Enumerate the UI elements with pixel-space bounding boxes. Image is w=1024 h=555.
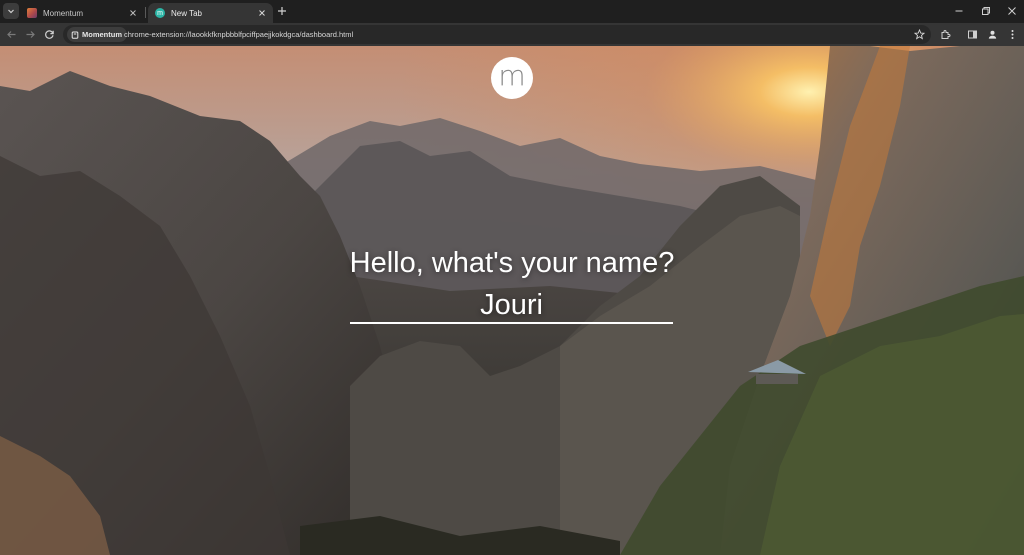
tab-new-tab[interactable]: m New Tab xyxy=(148,3,273,23)
tab-title: New Tab xyxy=(171,8,202,18)
close-icon[interactable] xyxy=(128,8,138,18)
new-tab-button[interactable] xyxy=(276,5,288,17)
restore-icon xyxy=(982,7,990,15)
minimize-icon xyxy=(955,10,963,12)
extensions-button[interactable] xyxy=(939,28,952,41)
profile-button[interactable] xyxy=(986,28,999,41)
close-icon[interactable] xyxy=(257,8,267,18)
extension-chip[interactable]: Momentum xyxy=(67,27,127,42)
bookmark-star-icon[interactable] xyxy=(913,28,925,40)
url-text: chrome-extension://laookkfknpbbblfpciffp… xyxy=(124,30,354,39)
extension-chip-label: Momentum xyxy=(82,30,122,39)
back-icon xyxy=(7,31,16,38)
tab-search-button[interactable] xyxy=(3,3,19,19)
menu-button[interactable] xyxy=(1006,28,1019,41)
momentum-dashboard: m Hello, what's your name? xyxy=(0,46,1024,555)
minimize-button[interactable] xyxy=(952,4,966,18)
reload-icon xyxy=(45,30,54,39)
momentum-logo: m xyxy=(491,57,533,99)
plus-icon xyxy=(278,7,286,15)
tab-strip: Momentum m New Tab xyxy=(0,0,1024,23)
maximize-button[interactable] xyxy=(979,4,993,18)
profile-icon xyxy=(988,30,997,39)
forward-icon xyxy=(26,31,35,38)
tab-title: Momentum xyxy=(43,8,84,18)
momentum-m-favicon: m xyxy=(155,8,165,18)
side-panel-button[interactable] xyxy=(966,28,979,41)
forward-button[interactable] xyxy=(24,28,37,41)
tab-divider xyxy=(145,7,146,18)
back-button[interactable] xyxy=(5,28,18,41)
browser-toolbar: Momentum chrome-extension://laookkfknpbb… xyxy=(0,23,1024,46)
tab-momentum[interactable]: Momentum xyxy=(20,3,144,23)
extension-page-icon xyxy=(71,31,79,39)
menu-icon xyxy=(1011,30,1014,39)
extensions-icon xyxy=(941,30,951,39)
reload-button[interactable] xyxy=(43,28,56,41)
window-close-icon xyxy=(1008,7,1016,15)
side-panel-icon xyxy=(968,30,977,39)
chevron-down-icon xyxy=(8,9,14,14)
address-bar[interactable]: Momentum chrome-extension://laookkfknpbb… xyxy=(63,25,931,44)
momentum-favicon xyxy=(27,8,37,18)
name-input[interactable] xyxy=(350,288,673,324)
greeting-question: Hello, what's your name? xyxy=(349,247,675,279)
window-close-button[interactable] xyxy=(1005,4,1019,18)
